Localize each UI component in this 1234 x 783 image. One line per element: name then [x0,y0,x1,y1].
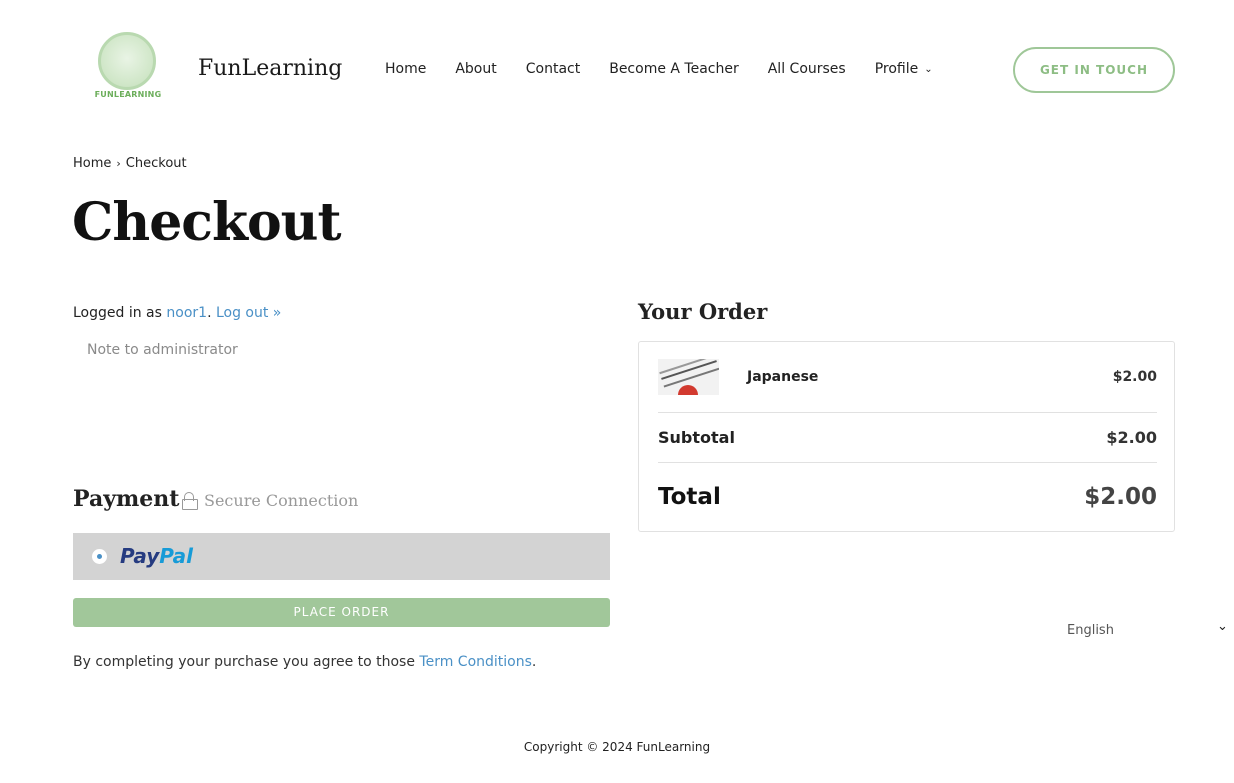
order-heading: Your Order [638,299,768,324]
chevron-down-icon: ⌄ [924,64,933,75]
site-header: FUNLEARNING FunLearning Home About Conta… [0,0,1234,140]
total-row: Total $2.00 [658,462,1157,530]
paypal-logo: PayPal [120,544,194,568]
page-title: Checkout [72,192,341,253]
chevron-down-icon[interactable]: ⌄ [1217,619,1228,634]
course-thumbnail [658,359,719,395]
terms-period: . [531,654,537,670]
login-period: . [207,305,212,321]
nav-item-profile[interactable]: Profile ⌄ [875,61,933,77]
paypal-radio[interactable] [92,549,107,564]
terms-agreement: By completing your purchase you agree to… [73,654,536,670]
nav-item-home[interactable]: Home [385,61,426,77]
payment-heading: Payment [73,486,180,512]
site-logo[interactable]: FUNLEARNING [90,32,166,102]
order-item: Japanese $2.00 [658,358,1157,396]
logo-emblem-icon [98,32,156,90]
nav-item-about[interactable]: About [455,61,496,77]
subtotal-row: Subtotal $2.00 [658,412,1157,462]
logo-wordmark: FUNLEARNING [94,90,162,99]
total-value: $2.00 [1084,483,1157,510]
main-nav: Home About Contact Become A Teacher All … [385,61,962,77]
brand-name[interactable]: FunLearning [198,56,342,81]
subtotal-value: $2.00 [1106,428,1157,447]
order-item-name: Japanese [747,369,819,385]
breadcrumb: Home › Checkout [73,156,187,171]
login-prefix: Logged in as [73,305,162,321]
payment-method-paypal[interactable]: PayPal [73,533,610,580]
secure-connection-label: Secure Connection [204,491,359,510]
breadcrumb-separator-icon: › [116,157,121,170]
footer-copyright: Copyright © 2024 FunLearning [523,740,711,754]
nav-item-profile-label: Profile [874,61,919,77]
lock-icon [182,492,198,510]
get-in-touch-button[interactable]: GET IN TOUCH [1013,47,1175,93]
order-item-info: Japanese [658,359,818,395]
logout-link[interactable]: Log out » [216,305,281,321]
total-label: Total [658,483,721,510]
username-link[interactable]: noor1 [166,305,207,321]
breadcrumb-current: Checkout [125,156,187,171]
language-selector[interactable]: English [1067,623,1167,637]
nav-item-all-courses[interactable]: All Courses [768,61,846,77]
place-order-button[interactable]: PLACE ORDER [73,598,610,627]
nav-item-contact[interactable]: Contact [526,61,580,77]
breadcrumb-home[interactable]: Home [73,156,111,171]
order-item-price: $2.00 [1112,369,1157,385]
order-summary: Japanese $2.00 Subtotal $2.00 Total $2.0… [638,341,1175,532]
login-status: Logged in as noor1. Log out » [73,305,281,321]
note-to-admin-input[interactable] [73,336,610,456]
subtotal-label: Subtotal [658,428,735,447]
terms-agreement-text: By completing your purchase you agree to… [73,654,415,670]
secure-connection: Secure Connection [182,491,358,510]
terms-link[interactable]: Term Conditions [419,654,532,670]
nav-item-become-teacher[interactable]: Become A Teacher [609,61,739,77]
